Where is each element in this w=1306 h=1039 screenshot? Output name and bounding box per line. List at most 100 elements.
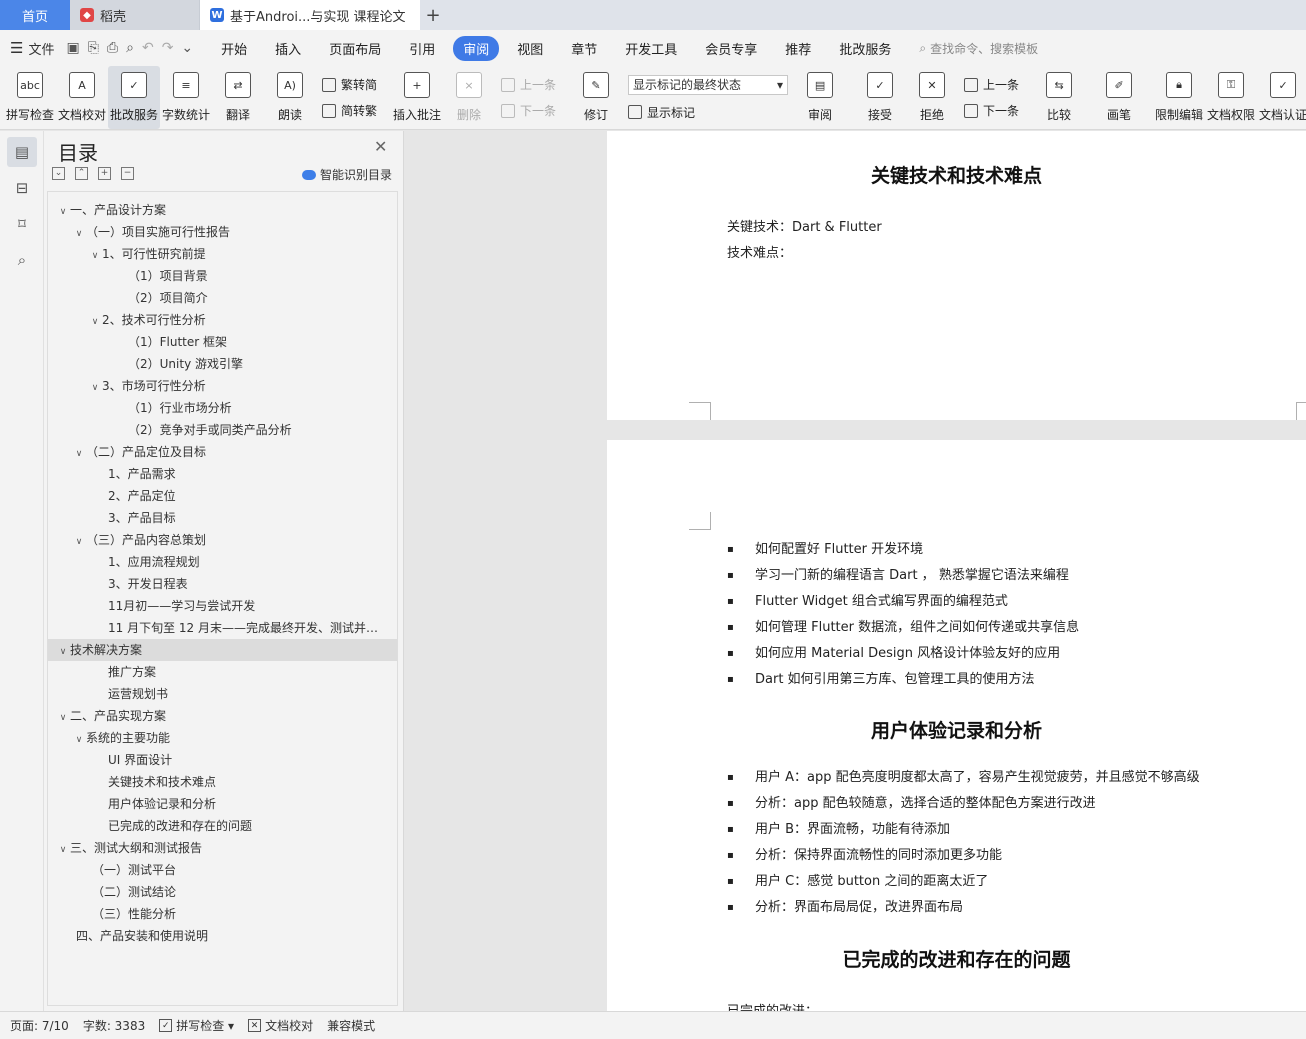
prev-change-button[interactable]: 上一条 (964, 76, 1019, 93)
expand-all-icon[interactable]: ⌄ (52, 167, 65, 180)
read-aloud-button[interactable]: A) 朗读 (264, 66, 316, 129)
word-count-indicator[interactable]: 字数: 3383 (83, 1017, 145, 1034)
chevron-down-icon[interactable]: ∨ (56, 839, 70, 859)
toc-item[interactable]: ∨ 1、可行性研究前提 (48, 243, 397, 265)
print-preview-icon[interactable]: ⌕ (126, 40, 134, 56)
undo-icon[interactable]: ↶ (142, 40, 154, 56)
to-simplified-button[interactable]: 简转繁 (322, 102, 377, 119)
chevron-down-icon[interactable]: ∨ (56, 201, 70, 221)
menu-review[interactable]: 审阅 (453, 35, 500, 61)
menu-reference[interactable]: 引用 (399, 36, 445, 61)
toc-item[interactable]: 1、应用流程规划 (48, 551, 397, 573)
bookmark-icon[interactable]: ⌑ (7, 209, 37, 239)
tab-document[interactable]: W 基于Androi...与实现 课程论文 (200, 0, 420, 30)
toc-item[interactable]: 11 月下旬至 12 月末——完成最终开发、测试并上线 (48, 617, 397, 639)
accept-button[interactable]: ✓ 接受 (854, 66, 906, 129)
doc-proof-toggle[interactable]: ✕ 文档校对 (248, 1017, 313, 1034)
chevron-down-icon[interactable]: ∨ (88, 311, 102, 331)
prev-comment-button[interactable]: 上一条 (501, 76, 556, 93)
chevron-down-icon[interactable]: ∨ (72, 443, 86, 463)
next-change-button[interactable]: 下一条 (964, 102, 1019, 119)
compare-button[interactable]: ⇆ 比较 (1033, 66, 1085, 129)
customize-icon[interactable]: ⌄ (181, 40, 193, 56)
export-icon[interactable]: ⎘ (88, 40, 99, 56)
tab-home[interactable]: 首页 (0, 0, 70, 30)
toc-item[interactable]: （2）项目简介 (48, 287, 397, 309)
restrict-edit-button[interactable]: 🔒︎ 限制编辑 (1153, 66, 1205, 129)
menu-insert[interactable]: 插入 (265, 36, 311, 61)
revise-button[interactable]: ✎ 修订 (570, 66, 622, 129)
word-count-button[interactable]: ≡ 字数统计 (160, 66, 212, 129)
save-icon[interactable]: ▣ (66, 40, 79, 56)
toc-item[interactable]: 11月初——学习与尝试开发 (48, 595, 397, 617)
add-heading-icon[interactable]: + (98, 167, 111, 180)
toc-item[interactable]: UI 界面设计 (48, 749, 397, 771)
toc-item[interactable]: （一）测试平台 (48, 859, 397, 881)
search-icon[interactable]: ⌕ (7, 245, 37, 275)
toc-item[interactable]: （1）行业市场分析 (48, 397, 397, 419)
toc-item[interactable]: （2）Unity 游戏引擎 (48, 353, 397, 375)
new-tab-button[interactable]: + (420, 0, 446, 30)
chevron-down-icon[interactable]: ∨ (88, 377, 102, 397)
spell-check-toggle[interactable]: ✓ 拼写检查 ▾ (159, 1017, 234, 1034)
page-indicator[interactable]: 页面: 7/10 (10, 1017, 69, 1034)
menu-chapter[interactable]: 章节 (561, 36, 607, 61)
toc-item[interactable]: 3、产品目标 (48, 507, 397, 529)
menu-member[interactable]: 会员专享 (695, 36, 767, 61)
toc-item[interactable]: 四、产品安装和使用说明 (48, 925, 397, 947)
toc-item[interactable]: ∨ 二、产品实现方案 (48, 705, 397, 727)
print-icon[interactable]: ⎙ (107, 40, 118, 56)
toc-item[interactable]: ∨ 3、市场可行性分析 (48, 375, 397, 397)
chevron-down-icon[interactable]: ∨ (56, 641, 70, 661)
toc-item[interactable]: ∨ 2、技术可行性分析 (48, 309, 397, 331)
to-traditional-button[interactable]: 繁转简 (322, 76, 377, 93)
translate-button[interactable]: ⇄ 翻译 (212, 66, 264, 129)
menu-dev-tools[interactable]: 开发工具 (615, 36, 687, 61)
chevron-down-icon[interactable]: ∨ (56, 707, 70, 727)
toc-item[interactable]: ∨ （二）产品定位及目标 (48, 441, 397, 463)
insert-comment-button[interactable]: + 插入批注 (391, 66, 443, 129)
chevron-down-icon[interactable]: ∨ (72, 729, 86, 749)
redo-icon[interactable]: ↷ (162, 40, 174, 56)
markup-state-select[interactable]: 显示标记的最终状态 ▾ (628, 74, 789, 95)
menu-view[interactable]: 视图 (507, 36, 553, 61)
toc-panel-icon[interactable]: ▤ (7, 137, 37, 167)
toc-item[interactable]: （三）性能分析 (48, 903, 397, 925)
correction-service-button[interactable]: ✓ 批改服务 (108, 66, 160, 129)
menu-recommend[interactable]: 推荐 (775, 36, 821, 61)
toc-item[interactable]: 用户体验记录和分析 (48, 793, 397, 815)
toc-item[interactable]: ∨ 技术解决方案 (48, 639, 397, 661)
toc-item[interactable]: ∨ （三）产品内容总策划 (48, 529, 397, 551)
toc-item[interactable]: （二）测试结论 (48, 881, 397, 903)
doc-cert-button[interactable]: ✓ 文档认证 (1257, 66, 1306, 129)
toc-item[interactable]: ∨ 系统的主要功能 (48, 727, 397, 749)
toc-item[interactable]: （1）Flutter 框架 (48, 331, 397, 353)
toc-item[interactable]: 3、开发日程表 (48, 573, 397, 595)
tab-daoke[interactable]: ◆ 稻壳 (70, 0, 200, 30)
toc-item[interactable]: ∨ （一）项目实施可行性报告 (48, 221, 397, 243)
smart-toc-button[interactable]: 智能识别目录 (302, 166, 392, 183)
toc-item[interactable]: ∨ 一、产品设计方案 (48, 199, 397, 221)
chevron-down-icon[interactable]: ∨ (72, 223, 86, 243)
delete-comment-button[interactable]: × 删除 (443, 66, 495, 129)
toc-item[interactable]: 已完成的改进和存在的问题 (48, 815, 397, 837)
spell-check-button[interactable]: abc 拼写检查 (4, 66, 56, 129)
menu-start[interactable]: 开始 (211, 36, 257, 61)
remove-heading-icon[interactable]: − (121, 167, 134, 180)
doc-proof-button[interactable]: A 文档校对 (56, 66, 108, 129)
pen-button[interactable]: ✐ 画笔 (1093, 66, 1145, 129)
toc-item[interactable]: 1、产品需求 (48, 463, 397, 485)
toc-item[interactable]: （1）项目背景 (48, 265, 397, 287)
chevron-down-icon[interactable]: ∨ (72, 531, 86, 551)
toc-item[interactable]: ∨ 三、测试大纲和测试报告 (48, 837, 397, 859)
command-search[interactable]: ⌕ 查找命令、搜索模板 (919, 40, 1038, 57)
toc-item[interactable]: 推广方案 (48, 661, 397, 683)
toc-item[interactable]: （2）竞争对手或同类产品分析 (48, 419, 397, 441)
toc-item[interactable]: 2、产品定位 (48, 485, 397, 507)
file-menu[interactable]: ☰ 文件 (10, 39, 54, 58)
review-pane-button[interactable]: ▤ 审阅 (794, 66, 846, 129)
chapter-panel-icon[interactable]: ⊟ (7, 173, 37, 203)
next-comment-button[interactable]: 下一条 (501, 102, 556, 119)
menu-layout[interactable]: 页面布局 (319, 36, 391, 61)
toc-item[interactable]: 运营规划书 (48, 683, 397, 705)
